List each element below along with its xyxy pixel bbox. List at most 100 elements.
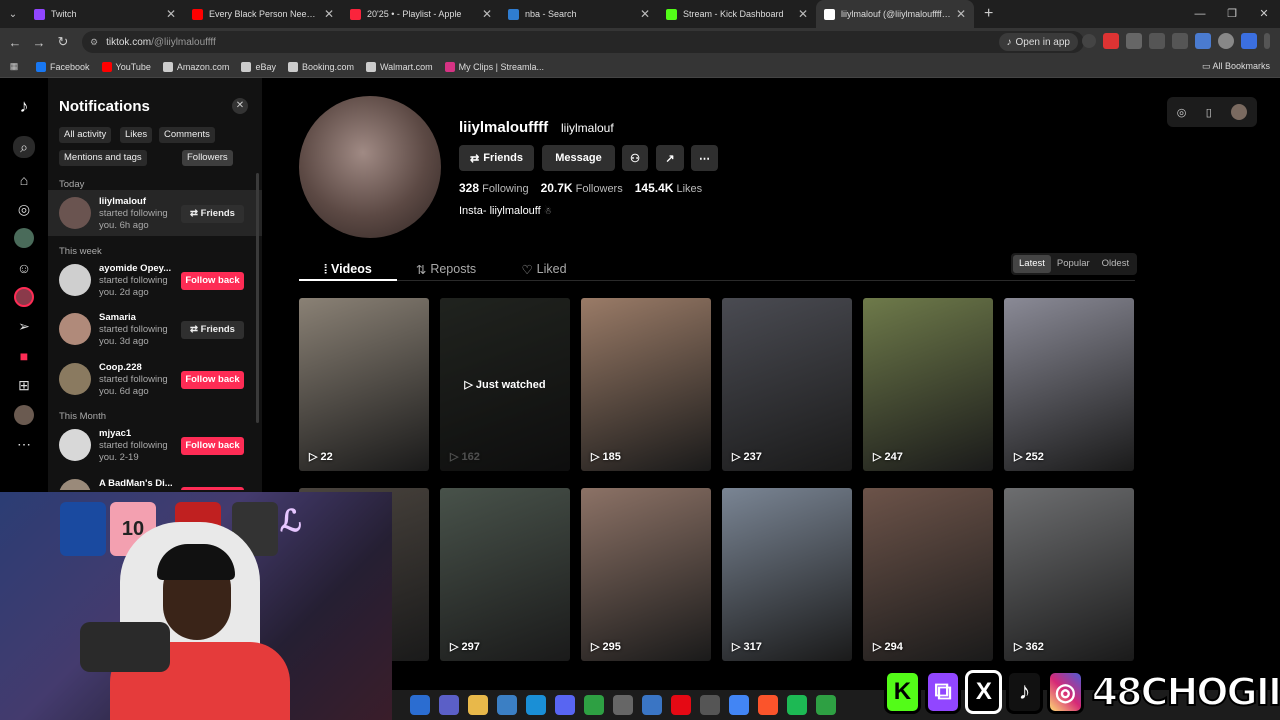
tab-close-icon[interactable]: ✕ [482, 7, 492, 21]
extension-icon[interactable] [1103, 33, 1119, 49]
close-icon[interactable]: ✕ [232, 98, 248, 114]
video-thumbnail[interactable]: ▷ 295 [581, 488, 711, 661]
video-thumbnail[interactable]: ▷ 247 [863, 298, 993, 471]
notification-username[interactable]: mjyac1 [99, 428, 173, 439]
tab-search-icon[interactable]: ⌄ [0, 9, 26, 20]
store-icon[interactable] [497, 695, 517, 715]
teams-icon[interactable] [439, 695, 459, 715]
maximize-button[interactable]: ❐ [1216, 0, 1248, 28]
notification-username[interactable]: Coop.228 [99, 362, 173, 373]
video-thumbnail[interactable]: ▷ 22 [299, 298, 429, 471]
scrollbar[interactable] [256, 173, 259, 423]
video-thumbnail[interactable]: ▷ 317 [722, 488, 852, 661]
tab-reposts[interactable]: ⇅ Reposts [397, 256, 495, 282]
sort-latest[interactable]: Latest [1013, 255, 1051, 273]
bookmark-item[interactable]: eBay [241, 61, 276, 72]
browser-tab[interactable]: Stream - Kick Dashboard ✕ [658, 0, 816, 28]
friends-icon[interactable]: ☺ [14, 258, 34, 278]
notification-item[interactable]: mjyac1 started following you. 2-19 Follow… [48, 422, 262, 468]
video-thumbnail[interactable]: ▷ 297 [440, 488, 570, 661]
notification-username[interactable]: A BadMan's Di... [99, 478, 173, 489]
notification-item[interactable]: Samaria started following you. 3d ago ⇄ F… [48, 306, 262, 352]
stat-followers[interactable]: 20.7K Followers [541, 181, 623, 195]
filter-all-activity[interactable]: All activity [59, 127, 112, 143]
obs-icon[interactable] [613, 695, 633, 715]
bookmark-item[interactable]: Facebook [36, 61, 90, 72]
avatar[interactable] [59, 479, 91, 490]
video-thumbnail[interactable]: ▷ 252 [1004, 298, 1134, 471]
app-icon[interactable] [584, 695, 604, 715]
discord-icon[interactable] [555, 695, 575, 715]
user-avatar-icon[interactable] [1231, 104, 1248, 120]
netflix-icon[interactable] [671, 695, 691, 715]
copilot-icon[interactable] [410, 695, 430, 715]
filter-followers[interactable]: Followers [182, 150, 233, 166]
media-icon[interactable] [1172, 33, 1188, 49]
notification-username[interactable]: ayomide Opey... [99, 263, 173, 274]
friends-button[interactable]: ⇄ Friends [181, 321, 244, 339]
notification-item[interactable]: A BadMan's Di... started following Follo… [48, 472, 262, 490]
explore-icon[interactable]: ◎ [14, 199, 34, 219]
notification-username[interactable]: liiylmalouf [99, 196, 173, 207]
edge-icon[interactable] [526, 695, 546, 715]
tab-close-icon[interactable]: ✕ [798, 7, 808, 21]
filter-comments[interactable]: Comments [159, 127, 215, 143]
puzzle-icon[interactable] [1149, 33, 1165, 49]
bookmark-item[interactable]: Amazon.com [162, 61, 229, 72]
apps-icon[interactable]: ▦ [2, 61, 26, 72]
avatar[interactable] [59, 197, 91, 229]
coin-icon[interactable]: ◎ [1177, 106, 1187, 119]
follow-back-button[interactable]: Follow back [181, 371, 244, 389]
sidebar-icon[interactable] [1195, 33, 1211, 49]
extension-icon[interactable] [1126, 33, 1142, 49]
all-bookmarks[interactable]: ▭ All Bookmarks [1202, 61, 1270, 72]
tab-close-icon[interactable]: ✕ [166, 7, 176, 21]
notification-item[interactable]: liiylmalouf started following you. 6h ago… [48, 190, 262, 236]
tab-close-icon[interactable]: ✕ [640, 7, 650, 21]
close-window-button[interactable]: ✕ [1248, 0, 1280, 28]
video-thumbnail[interactable]: ▷ 362 [1004, 488, 1134, 661]
profile-avatar-icon[interactable] [14, 405, 34, 425]
chrome-icon[interactable] [729, 695, 749, 715]
search-icon[interactable]: ⌕ [13, 136, 35, 158]
video-thumbnail[interactable]: ▷ 294 [863, 488, 993, 661]
browser-tab[interactable]: Every Black Person Needs To He ✕ [184, 0, 342, 28]
friends-button[interactable]: ⇄ Friends [459, 145, 534, 171]
live-icon[interactable] [14, 287, 34, 307]
tab-close-icon[interactable]: ✕ [324, 7, 334, 21]
avatar[interactable] [59, 313, 91, 345]
shield-icon[interactable] [1241, 33, 1257, 49]
share-icon[interactable]: ↗ [656, 145, 684, 171]
tab-close-icon[interactable]: ✕ [956, 7, 966, 21]
friends-button[interactable]: ⇄ Friends [181, 205, 244, 223]
app-icon[interactable] [816, 695, 836, 715]
tiktok-logo-icon[interactable]: ♪ [14, 96, 34, 116]
back-icon[interactable]: ← [3, 35, 27, 50]
bookmark-item[interactable]: Booking.com [287, 61, 354, 72]
profile-icon[interactable] [1218, 33, 1234, 49]
sort-oldest[interactable]: Oldest [1096, 255, 1135, 273]
reload-icon[interactable]: ↻ [51, 34, 75, 50]
browser-tab[interactable]: 20'25 • - Playlist - Apple ✕ [342, 0, 500, 28]
stat-following[interactable]: 328 Following [459, 181, 529, 195]
browser-tab[interactable]: liiylmalouf (@liiylmalouffff) | Tik ✕ [816, 0, 974, 28]
minimize-button[interactable]: — [1184, 0, 1216, 28]
upload-icon[interactable]: ⊞ [14, 375, 34, 395]
video-thumbnail[interactable]: ▷ 237 [722, 298, 852, 471]
brave-icon[interactable] [758, 695, 778, 715]
bookmark-item[interactable]: Walmart.com [365, 61, 433, 72]
browser-tab[interactable]: Twitch ✕ [26, 0, 184, 28]
device-icon[interactable]: ▯ [1206, 106, 1212, 119]
follow-back-button[interactable]: Follow back [181, 437, 244, 455]
browser-tab[interactable]: nba - Search ✕ [500, 0, 658, 28]
more-options-icon[interactable]: ⋯ [691, 145, 718, 171]
spotify-icon[interactable] [787, 695, 807, 715]
bookmark-item[interactable]: YouTube [101, 61, 151, 72]
video-thumbnail[interactable]: ▷ 185 [581, 298, 711, 471]
avatar[interactable] [59, 363, 91, 395]
home-icon[interactable]: ⌂ [14, 170, 34, 190]
profile-avatar[interactable] [299, 96, 441, 238]
open-in-app-button[interactable]: ♪ Open in app [998, 33, 1078, 51]
video-thumbnail[interactable]: ▷ Just watched ▷ 162 [440, 298, 570, 471]
avatar[interactable] [59, 264, 91, 296]
